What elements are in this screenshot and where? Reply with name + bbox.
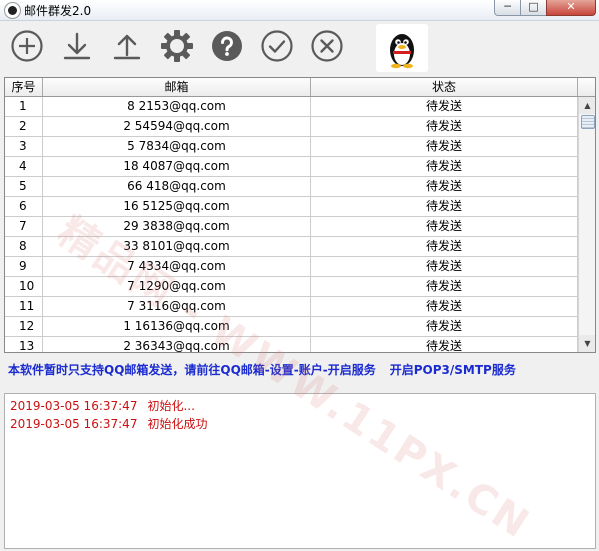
row-email: 2 54594@qq.com (43, 117, 311, 136)
row-email: 2 36343@qq.com (43, 337, 311, 352)
table-row[interactable]: 8 33 8101@qq.com 待发送 (5, 237, 578, 257)
row-email: 7 1290@qq.com (43, 277, 311, 296)
qq-penguin-icon (390, 34, 414, 69)
row-email: 16 5125@qq.com (43, 197, 311, 216)
info-text-qq-only: 本软件暂时只支持QQ邮箱发送，请前往QQ邮箱-设置-账户-开启服务 (8, 363, 376, 377)
row-status: 待发送 (311, 337, 578, 352)
app-icon (4, 2, 21, 19)
qq-button[interactable] (376, 24, 428, 72)
add-button[interactable] (10, 29, 44, 63)
row-email: 7 3116@qq.com (43, 297, 311, 316)
download-icon (63, 32, 91, 60)
check-icon (261, 30, 293, 62)
settings-button[interactable] (160, 29, 194, 63)
log-panel[interactable]: 2019-03-05 16:37:47 初始化... 2019-03-05 16:… (4, 393, 596, 549)
table-row[interactable]: 4 18 4087@qq.com 待发送 (5, 157, 578, 177)
row-email: 29 3838@qq.com (43, 217, 311, 236)
row-status: 待发送 (311, 137, 578, 156)
row-email: 7 4334@qq.com (43, 257, 311, 276)
row-status: 待发送 (311, 157, 578, 176)
table-header: 序号 邮箱 状态 (5, 78, 595, 97)
table-row[interactable]: 18 2153@qq.com 待发送 (5, 97, 578, 117)
table-row[interactable]: 11 7 3116@qq.com 待发送 (5, 297, 578, 317)
row-status: 待发送 (311, 177, 578, 196)
close-window-button[interactable]: ✕ (546, 0, 596, 16)
table-row[interactable]: 13 2 36343@qq.com 待发送 (5, 337, 578, 352)
import-button[interactable] (60, 29, 94, 63)
row-index: 10 (5, 277, 43, 296)
row-status: 待发送 (311, 117, 578, 136)
table-row[interactable]: 35 7834@qq.com 待发送 (5, 137, 578, 157)
row-email: 1 16136@qq.com (43, 317, 311, 336)
row-index: 13 (5, 337, 43, 352)
row-status: 待发送 (311, 237, 578, 256)
window-title: 邮件群发2.0 (24, 4, 92, 18)
log-line: 2019-03-05 16:37:47 初始化成功 (10, 415, 207, 432)
column-header-index[interactable]: 序号 (5, 78, 43, 96)
info-notice: 本软件暂时只支持QQ邮箱发送，请前往QQ邮箱-设置-账户-开启服务 开启POP3/… (8, 361, 516, 378)
row-index: 8 (5, 237, 43, 256)
upload-icon (113, 34, 141, 60)
scroll-up-button[interactable]: ▲ (579, 97, 595, 114)
row-status: 待发送 (311, 297, 578, 316)
log-message: 初始化成功 (147, 417, 208, 431)
row-index: 4 (5, 157, 43, 176)
cancel-icon (311, 30, 343, 62)
table-body: 18 2153@qq.com 待发送 22 54594@qq.com 待发送 35 … (5, 97, 578, 352)
table-row[interactable]: 6 16 5125@qq.com 待发送 (5, 197, 578, 217)
gear-icon (161, 30, 193, 62)
row-index: 3 (5, 137, 43, 156)
cancel-button[interactable] (310, 29, 344, 63)
add-icon (11, 30, 43, 62)
email-table: 序号 邮箱 状态 18 2153@qq.com 待发送 22 54594@qq.c… (4, 77, 596, 353)
row-status: 待发送 (311, 317, 578, 336)
info-text-pop3-smtp: 开启POP3/SMTP服务 (389, 363, 516, 377)
row-status: 待发送 (311, 257, 578, 276)
export-button[interactable] (110, 29, 144, 63)
table-row[interactable]: 12 1 16136@qq.com 待发送 (5, 317, 578, 337)
table-row[interactable]: 22 54594@qq.com 待发送 (5, 117, 578, 137)
column-header-status[interactable]: 状态 (311, 78, 578, 96)
row-status: 待发送 (311, 97, 578, 116)
row-index: 1 (5, 97, 43, 116)
minimize-button[interactable]: ─ (494, 0, 521, 16)
row-status: 待发送 (311, 217, 578, 236)
maximize-button[interactable]: □ (520, 0, 547, 16)
log-message: 初始化... (147, 399, 195, 413)
log-time: 2019-03-05 16:37:47 (10, 399, 138, 413)
table-row[interactable]: 7 29 3838@qq.com 待发送 (5, 217, 578, 237)
row-index: 12 (5, 317, 43, 336)
confirm-button[interactable] (260, 29, 294, 63)
table-row[interactable]: 5 66 418@qq.com 待发送 (5, 177, 578, 197)
row-email: 33 8101@qq.com (43, 237, 311, 256)
title-bar[interactable]: 邮件群发2.0 ─ □ ✕ (0, 0, 599, 21)
log-line: 2019-03-05 16:37:47 初始化... (10, 397, 195, 414)
row-email: 18 4087@qq.com (43, 157, 311, 176)
table-scrollbar[interactable]: ▲ ▼ (578, 97, 595, 352)
row-email: 5 7834@qq.com (43, 137, 311, 156)
row-index: 6 (5, 197, 43, 216)
row-status: 待发送 (311, 197, 578, 216)
row-status: 待发送 (311, 277, 578, 296)
log-time: 2019-03-05 16:37:47 (10, 417, 138, 431)
row-email: 8 2153@qq.com (43, 97, 311, 116)
help-icon (212, 31, 242, 61)
row-index: 9 (5, 257, 43, 276)
table-row[interactable]: 97 4334@qq.com 待发送 (5, 257, 578, 277)
scroll-thumb[interactable] (581, 115, 595, 129)
scroll-down-button[interactable]: ▼ (579, 335, 595, 352)
table-row[interactable]: 10 7 1290@qq.com 待发送 (5, 277, 578, 297)
row-email: 66 418@qq.com (43, 177, 311, 196)
column-header-email[interactable]: 邮箱 (43, 78, 311, 96)
row-index: 5 (5, 177, 43, 196)
toolbar (0, 21, 599, 73)
row-index: 11 (5, 297, 43, 316)
row-index: 7 (5, 217, 43, 236)
help-button[interactable] (210, 29, 244, 63)
row-index: 2 (5, 117, 43, 136)
